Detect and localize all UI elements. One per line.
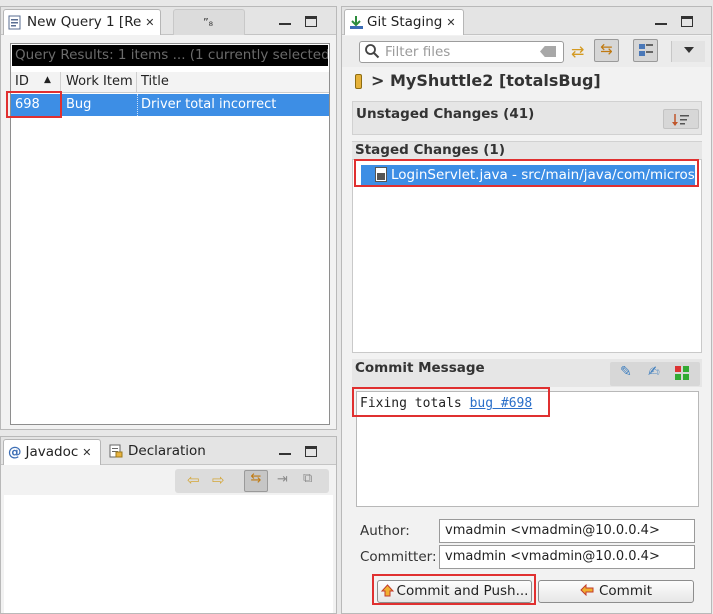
sort-ascending-icon: ▲ — [44, 75, 51, 85]
tab-javadoc[interactable]: @ Javadoc ✕ — [3, 439, 101, 465]
close-icon[interactable]: ✕ — [145, 16, 154, 29]
commit-button[interactable]: Commit — [538, 580, 694, 603]
search-icon — [364, 43, 380, 63]
tab-javadoc-label: Javadoc — [25, 444, 79, 460]
unstaged-header: Unstaged Changes (41) — [356, 106, 535, 122]
column-header-title-label: Title — [141, 74, 169, 89]
committer-label: Committer: — [360, 549, 437, 565]
maximize-button[interactable] — [681, 16, 693, 27]
back-icon[interactable]: ⇦ — [187, 471, 200, 489]
unstaged-section: Unstaged Changes (41) — [352, 101, 702, 135]
tab-overflow-label: ”₈ — [202, 16, 214, 29]
repository-icon — [355, 74, 362, 89]
highlight-id — [6, 91, 62, 118]
close-icon[interactable]: ✕ — [446, 16, 455, 29]
commit-icon — [580, 583, 594, 597]
column-header-work-item[interactable]: Work Item — [62, 72, 137, 93]
clear-filter-icon[interactable] — [540, 46, 556, 57]
query-icon — [8, 15, 23, 30]
link-with-selection-icon[interactable]: ⇆ — [244, 470, 268, 492]
javadoc-tabbar: @ Javadoc ✕ Declaration — [1, 437, 336, 465]
open-declaration-icon[interactable]: ⇥ — [277, 472, 288, 487]
forward-icon[interactable]: ⇨ — [212, 471, 225, 489]
row-work-item: Bug — [66, 97, 92, 112]
sort-icon[interactable] — [663, 109, 699, 129]
staging-toolbar: Filter files ⇄ ⇆ — [342, 36, 711, 67]
presentation-icon[interactable] — [633, 39, 658, 62]
tab-new-query-label: New Query 1 [Re — [27, 14, 142, 30]
close-icon[interactable]: ✕ — [82, 446, 91, 459]
filter-input[interactable]: Filter files — [359, 41, 564, 63]
commit-message-toolbar: ✎ ✍ — [610, 362, 700, 386]
javadoc-toolbar: ⇦ ⇨ ⇆ ⇥ ⧉ — [175, 469, 329, 493]
view-menu-button[interactable] — [671, 41, 705, 62]
refresh-icon[interactable]: ⇄ — [571, 42, 584, 61]
tab-declaration-label: Declaration — [128, 443, 206, 459]
query-panel: New Query 1 [Re ✕ ”₈ Query Results: 1 ite… — [0, 6, 337, 430]
javadoc-panel: @ Javadoc ✕ Declaration ⇦ ⇨ ⇆ ⇥ ⧉ — [0, 436, 337, 614]
tab-git-staging-label: Git Staging — [367, 14, 443, 30]
change-id-icon[interactable] — [674, 365, 690, 381]
minimize-button[interactable] — [655, 19, 667, 25]
highlight-staged-file — [354, 159, 699, 187]
committer-field[interactable]: vmadmin <vmadmin@10.0.0.4> — [439, 545, 695, 569]
signed-off-icon[interactable]: ✍ — [648, 364, 660, 380]
column-header-id-label: ID — [15, 74, 29, 89]
open-external-icon[interactable]: ⧉ — [303, 471, 312, 486]
amend-icon[interactable]: ✎ — [620, 364, 632, 380]
git-staging-icon — [349, 15, 364, 30]
column-header-id[interactable]: ID ▲ — [11, 72, 61, 93]
git-staging-panel: Git Staging ✕ Filter files ⇄ ⇆ > MyShuttl… — [341, 6, 712, 614]
git-staging-tabbar: Git Staging ✕ — [342, 7, 711, 35]
chevron-down-icon — [683, 47, 694, 53]
staged-header: Staged Changes (1) — [355, 142, 505, 158]
author-label: Author: — [360, 523, 410, 539]
results-banner: Query Results: 1 items ... (1 currently … — [12, 45, 328, 66]
declaration-icon — [109, 444, 123, 458]
query-tabbar: New Query 1 [Re ✕ ”₈ — [1, 7, 336, 35]
author-field[interactable]: vmadmin <vmadmin@10.0.0.4> — [439, 519, 695, 543]
repository-title: > MyShuttle2 [totalsBug] — [371, 71, 601, 90]
row-divider — [137, 94, 138, 116]
highlight-commit-and-push — [372, 574, 536, 605]
highlight-commit-message — [352, 387, 550, 417]
staged-header-bar: Staged Changes (1) — [352, 141, 702, 159]
javadoc-content — [4, 495, 333, 613]
tab-git-staging[interactable]: Git Staging ✕ — [344, 9, 464, 35]
row-title: Driver total incorrect — [141, 97, 277, 112]
at-icon: @ — [8, 444, 22, 460]
commit-message-section: Commit Message ✎ ✍ — [352, 359, 702, 387]
column-header-work-item-label: Work Item — [66, 74, 133, 89]
minimize-button[interactable] — [279, 449, 291, 455]
maximize-button[interactable] — [305, 446, 317, 457]
filter-placeholder: Filter files — [385, 44, 451, 60]
minimize-button[interactable] — [279, 19, 291, 25]
commit-label: Commit — [598, 583, 653, 599]
tab-new-query[interactable]: New Query 1 [Re ✕ — [3, 9, 161, 35]
column-header-title[interactable]: Title — [138, 72, 329, 93]
tab-declaration[interactable]: Declaration — [105, 439, 225, 465]
results-banner-text: Query Results: 1 items ... (1 currently … — [15, 47, 328, 63]
maximize-button[interactable] — [305, 16, 317, 27]
results-header: ID ▲ Work Item Title — [11, 72, 329, 93]
staged-file-list[interactable]: LoginServlet.java - src/main/java/com/mi… — [352, 159, 702, 353]
tab-overflow[interactable]: ”₈ — [173, 9, 245, 35]
link-selection-icon[interactable]: ⇆ — [594, 39, 619, 62]
commit-message-header: Commit Message — [355, 360, 485, 376]
